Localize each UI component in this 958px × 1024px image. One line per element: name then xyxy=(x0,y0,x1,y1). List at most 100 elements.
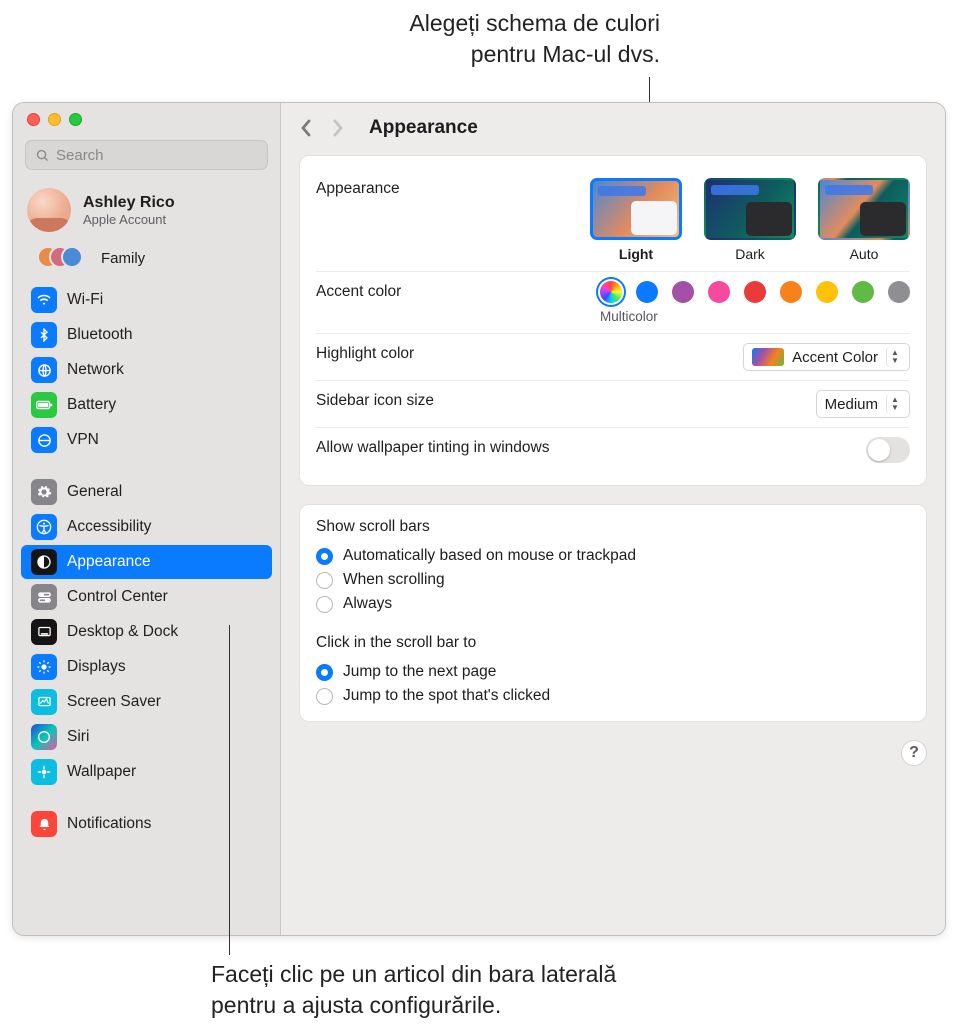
sidebar-item-notifications[interactable]: Notifications xyxy=(21,807,272,841)
sidebar-item-general[interactable]: General xyxy=(21,475,272,509)
iconsize-label: Sidebar icon size xyxy=(316,390,434,410)
family-avatars-icon xyxy=(37,246,87,270)
account-sub: Apple Account xyxy=(83,212,175,227)
sidebar-item-label: Screen Saver xyxy=(67,693,161,711)
highlight-value: Accent Color xyxy=(792,349,878,366)
wallpaper-tint-toggle[interactable] xyxy=(866,437,910,463)
gradient-chip-icon xyxy=(752,348,784,366)
highlight-color-select[interactable]: Accent Color ▲▼ xyxy=(743,343,910,371)
accent-green[interactable] xyxy=(852,281,874,303)
radio-label: When scrolling xyxy=(343,571,445,589)
appearance-option-dark[interactable]: Dark xyxy=(704,178,796,262)
sidebar-item-wifi[interactable]: Wi-Fi xyxy=(21,283,272,317)
light-thumb-icon xyxy=(590,178,682,240)
main-header: Appearance xyxy=(281,103,945,149)
scroll-option-auto[interactable]: Automatically based on mouse or trackpad xyxy=(316,544,910,568)
sidebar-item-accessibility[interactable]: Accessibility xyxy=(21,510,272,544)
sidebar-item-wallpaper[interactable]: Wallpaper xyxy=(21,755,272,789)
callout-bottom: Faceți clic pe un articol din bara later… xyxy=(211,959,616,1021)
globe-icon xyxy=(31,357,57,383)
radio-label: Jump to the next page xyxy=(343,663,496,681)
accent-multicolor[interactable] xyxy=(600,281,622,303)
sidebar-item-label: Network xyxy=(67,361,124,379)
main-panel: Appearance Appearance Light Dark xyxy=(281,103,945,935)
scroll-option-always[interactable]: Always xyxy=(316,592,910,616)
click-option-spot[interactable]: Jump to the spot that's clicked xyxy=(316,684,910,708)
close-window-button[interactable] xyxy=(27,113,40,126)
accent-yellow[interactable] xyxy=(816,281,838,303)
click-option-next-page[interactable]: Jump to the next page xyxy=(316,660,910,684)
traffic-lights xyxy=(13,113,280,136)
iconsize-select[interactable]: Medium ▲▼ xyxy=(816,390,910,418)
settings-window: Ashley Rico Apple Account Family Wi-Fi B xyxy=(12,102,946,936)
accent-gray[interactable] xyxy=(888,281,910,303)
appearance-card: Appearance Light Dark Auto xyxy=(299,155,927,486)
vpn-globe-icon xyxy=(31,427,57,453)
accent-swatches xyxy=(600,281,910,303)
help-button[interactable]: ? xyxy=(901,740,927,766)
sidebar-item-network[interactable]: Network xyxy=(21,353,272,387)
search-icon xyxy=(35,148,50,163)
scroll-section-title: Show scroll bars xyxy=(316,518,910,536)
scroll-card: Show scroll bars Automatically based on … xyxy=(299,504,927,722)
family-label: Family xyxy=(101,250,145,267)
forward-button[interactable] xyxy=(331,118,345,138)
accent-orange[interactable] xyxy=(780,281,802,303)
avatar xyxy=(27,188,71,232)
sidebar-item-label: Control Center xyxy=(67,588,168,606)
click-section-title: Click in the scroll bar to xyxy=(316,634,910,652)
sidebar-item-displays[interactable]: Displays xyxy=(21,650,272,684)
appearance-option-auto[interactable]: Auto xyxy=(818,178,910,262)
radio-icon xyxy=(316,664,333,681)
sliders-icon xyxy=(31,584,57,610)
radio-icon xyxy=(316,688,333,705)
callout-bottom-pointer xyxy=(229,625,230,955)
battery-icon xyxy=(31,392,57,418)
back-button[interactable] xyxy=(299,118,313,138)
sidebar-item-appearance[interactable]: Appearance xyxy=(21,545,272,579)
sidebar-item-siri[interactable]: Siri xyxy=(21,720,272,754)
radio-label: Jump to the spot that's clicked xyxy=(343,687,550,705)
callout-top-line1: Alegeți schema de culori xyxy=(409,10,660,36)
appearance-row-label: Appearance xyxy=(316,178,400,198)
radio-label: Automatically based on mouse or trackpad xyxy=(343,547,636,565)
help-label: ? xyxy=(909,744,919,762)
scroll-option-when-scrolling[interactable]: When scrolling xyxy=(316,568,910,592)
sidebar-item-desktop-dock[interactable]: Desktop & Dock xyxy=(21,615,272,649)
apple-account-row[interactable]: Ashley Rico Apple Account xyxy=(13,184,280,240)
callout-top: Alegeți schema de culori pentru Mac-ul d… xyxy=(0,8,660,70)
accent-purple[interactable] xyxy=(672,281,694,303)
sidebar-item-vpn[interactable]: VPN xyxy=(21,423,272,457)
accent-blue[interactable] xyxy=(636,281,658,303)
search-field[interactable] xyxy=(25,140,268,170)
sidebar-item-label: Wi-Fi xyxy=(67,291,103,309)
accent-caption: Multicolor xyxy=(600,309,910,324)
sidebar-item-label: General xyxy=(67,483,122,501)
radio-icon xyxy=(316,572,333,589)
sidebar-item-bluetooth[interactable]: Bluetooth xyxy=(21,318,272,352)
appearance-option-label: Dark xyxy=(704,246,796,262)
sidebar-item-label: Notifications xyxy=(67,815,151,833)
accent-pink[interactable] xyxy=(708,281,730,303)
bluetooth-icon xyxy=(31,322,57,348)
search-input[interactable] xyxy=(56,147,258,164)
accent-red[interactable] xyxy=(744,281,766,303)
family-row[interactable]: Family xyxy=(13,240,280,282)
page-title: Appearance xyxy=(369,117,478,139)
sidebar-item-battery[interactable]: Battery xyxy=(21,388,272,422)
fullscreen-window-button[interactable] xyxy=(69,113,82,126)
appearance-option-label: Auto xyxy=(818,246,910,262)
radio-icon xyxy=(316,596,333,613)
appearance-option-label: Light xyxy=(590,246,682,262)
sidebar-item-screen-saver[interactable]: Screen Saver xyxy=(21,685,272,719)
sidebar-item-control-center[interactable]: Control Center xyxy=(21,580,272,614)
sidebar-list[interactable]: Wi-Fi Bluetooth Network Battery xyxy=(13,282,280,935)
minimize-window-button[interactable] xyxy=(48,113,61,126)
appearance-option-light[interactable]: Light xyxy=(590,178,682,262)
wallpaper-icon xyxy=(31,759,57,785)
gear-icon xyxy=(31,479,57,505)
sidebar-item-label: Battery xyxy=(67,396,116,414)
dock-icon xyxy=(31,619,57,645)
sidebar-item-label: Appearance xyxy=(67,553,151,571)
auto-thumb-icon xyxy=(818,178,910,240)
